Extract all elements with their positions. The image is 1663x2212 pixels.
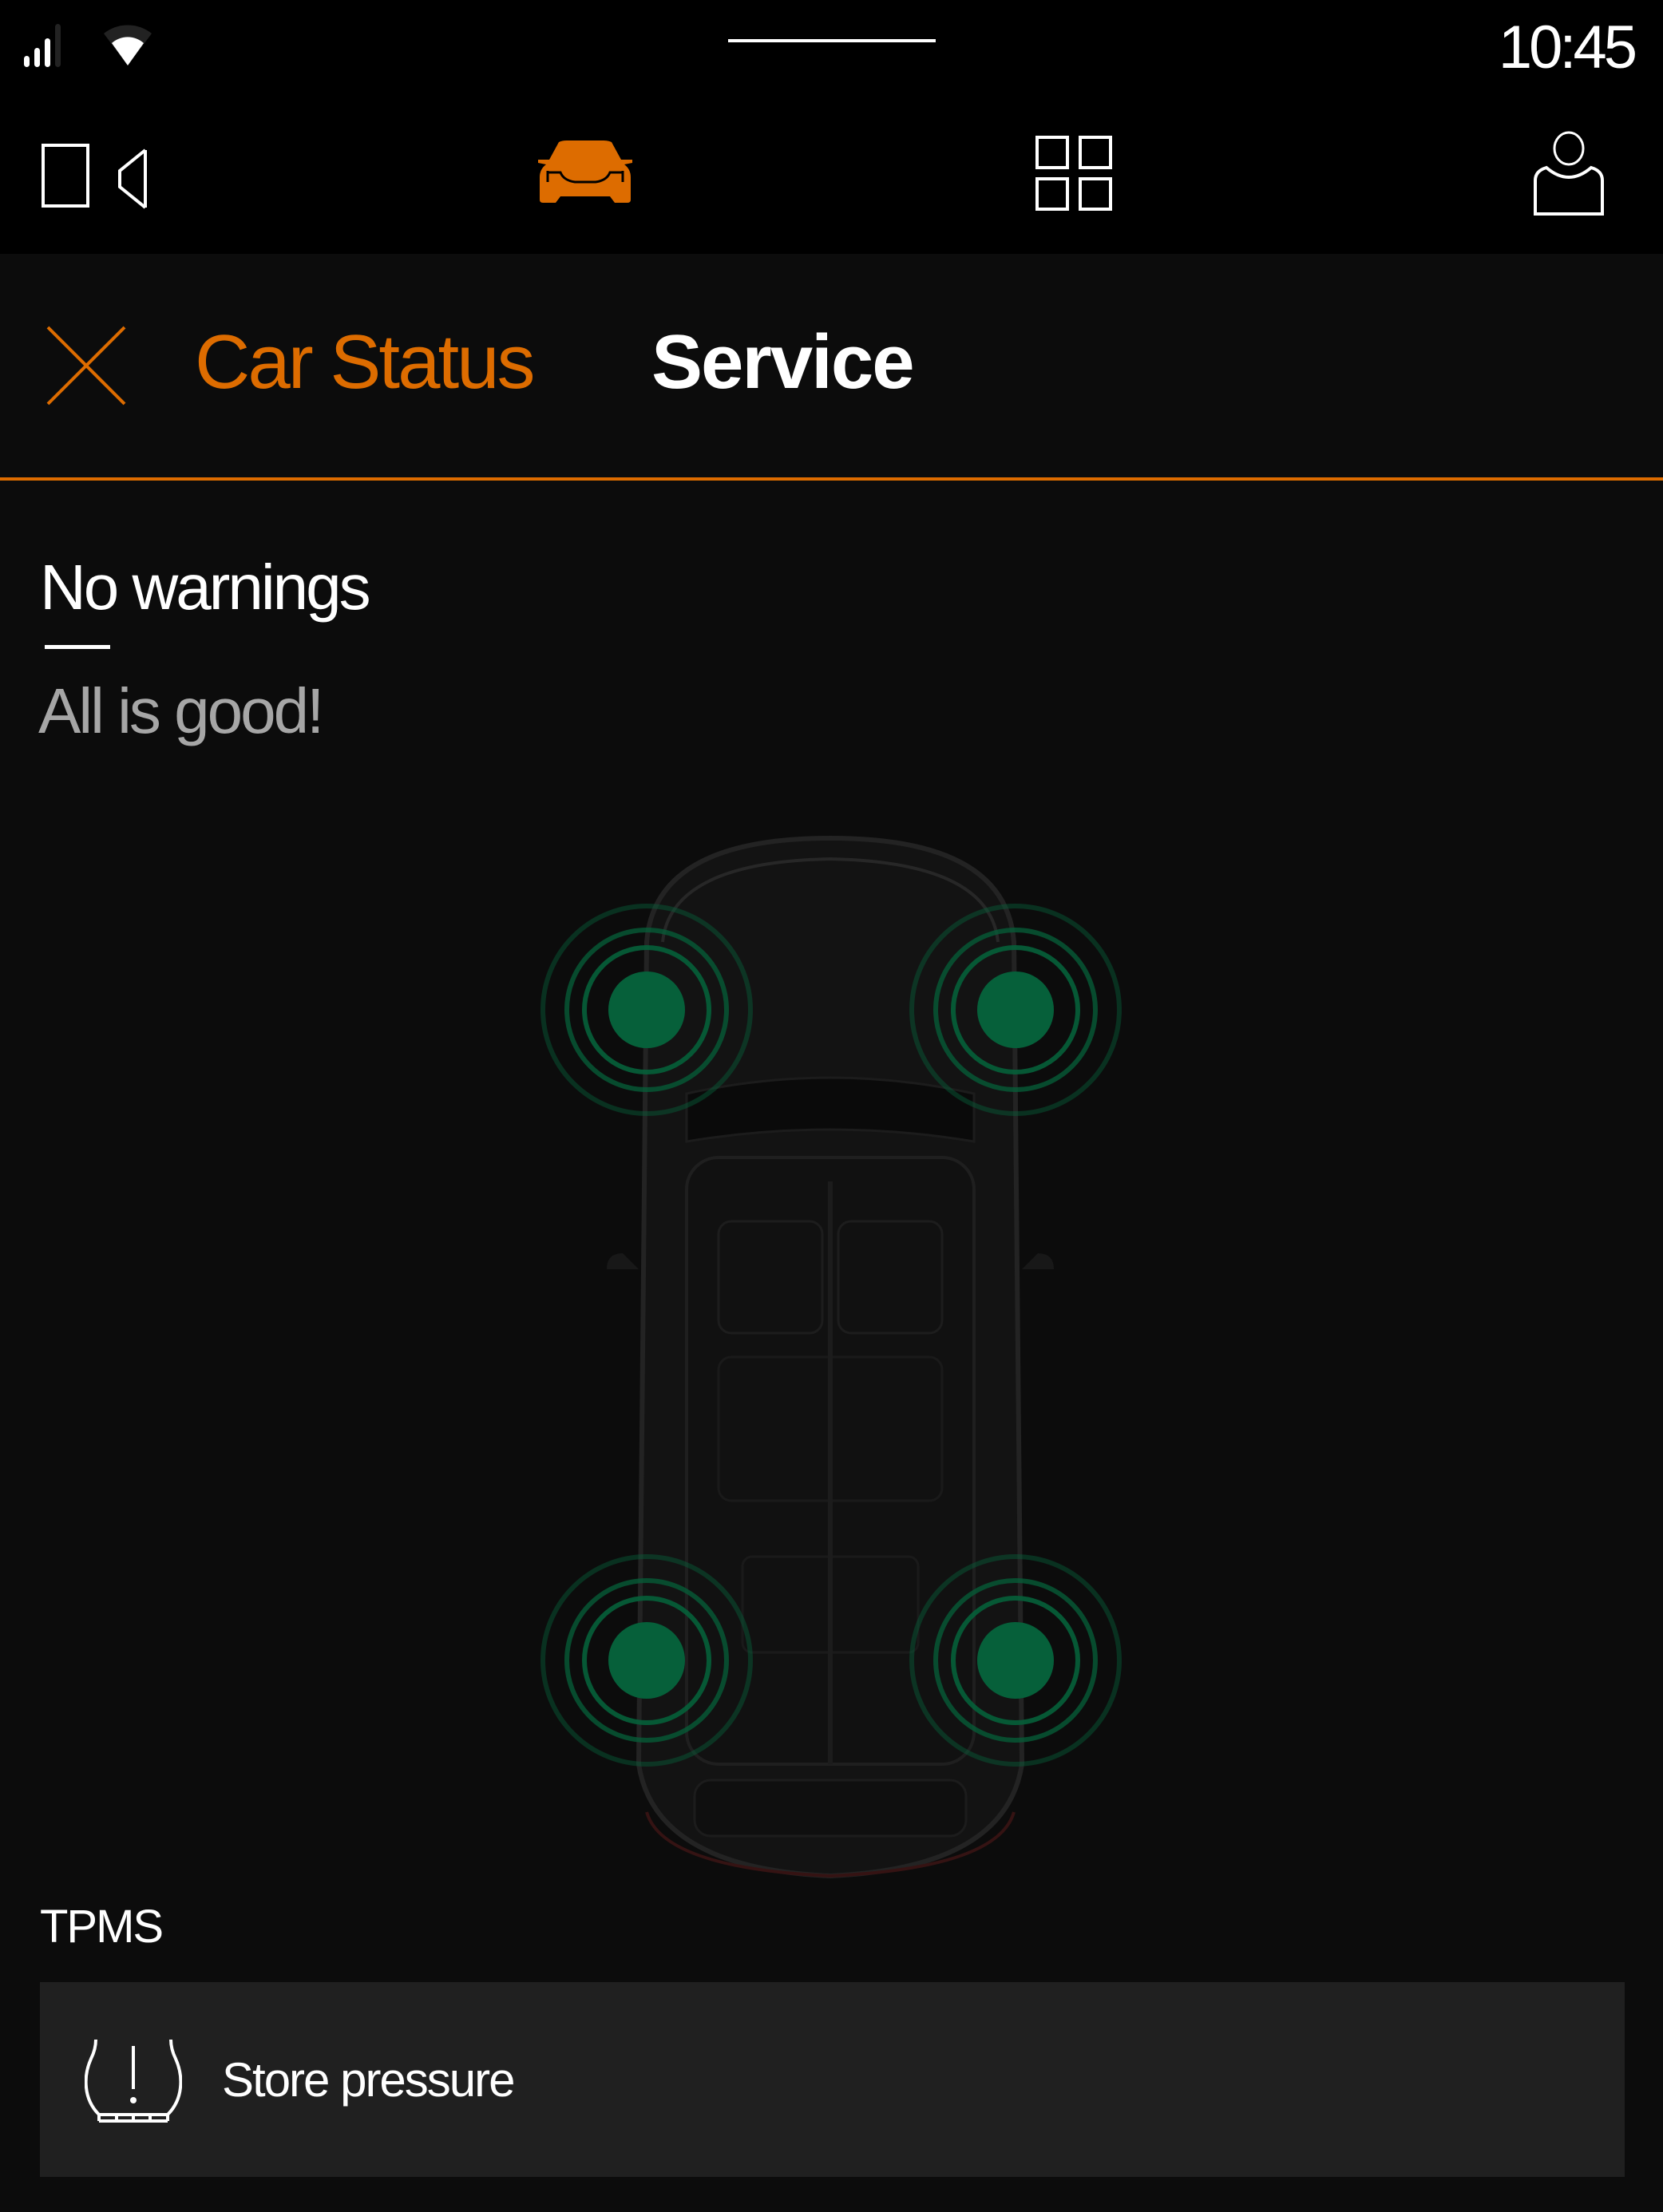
nav-car-status-button[interactable] <box>527 137 643 217</box>
tab-header: Car Status Service <box>0 254 1663 479</box>
nav-profile-button[interactable] <box>1529 131 1609 219</box>
close-button[interactable] <box>45 324 128 407</box>
close-icon <box>46 326 126 406</box>
header-divider <box>0 477 1663 481</box>
tire-status-dot <box>608 1622 685 1699</box>
top-navigation <box>0 120 1663 254</box>
signal-strength-icon <box>24 24 61 67</box>
tire-status-dot <box>608 971 685 1048</box>
car-front-icon <box>538 140 632 203</box>
car-top-view-diagram <box>540 835 1122 1879</box>
user-profile-icon <box>1534 131 1604 216</box>
tire-pressure-warning-icon <box>85 2039 182 2123</box>
status-subtitle: All is good! <box>38 675 324 746</box>
tab-car-status[interactable]: Car Status <box>195 324 536 401</box>
nav-apps-button[interactable] <box>1034 134 1114 214</box>
wifi-icon <box>104 25 152 65</box>
app-grid-icon <box>1035 136 1112 211</box>
status-bar: 10:45 <box>0 0 1663 120</box>
tab-service[interactable]: Service <box>651 324 915 401</box>
nav-camera-button[interactable] <box>40 139 152 219</box>
store-pressure-label: Store pressure <box>222 2053 516 2107</box>
status-title: No warnings <box>40 552 371 623</box>
tire-status-dot <box>977 1622 1054 1699</box>
status-bar-handle[interactable] <box>728 39 936 42</box>
tire-status-dot <box>977 971 1054 1048</box>
video-camera-icon <box>42 144 147 209</box>
title-rule <box>45 645 110 649</box>
tpms-section-label: TPMS <box>40 1901 164 1953</box>
clock: 10:45 <box>1498 14 1637 81</box>
store-pressure-button[interactable]: Store pressure <box>40 1982 1625 2177</box>
